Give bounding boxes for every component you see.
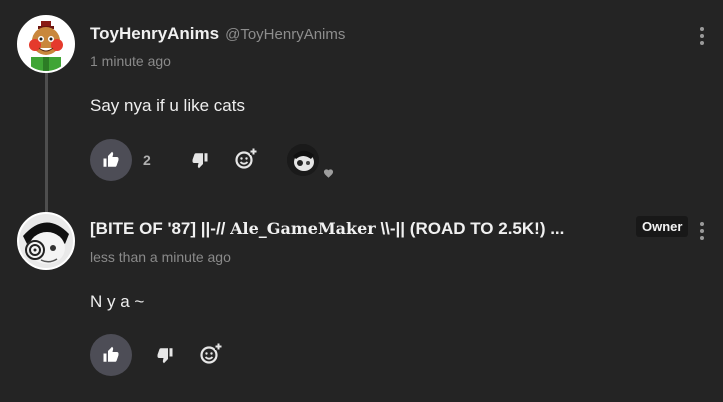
avatar-ale-gamemaker[interactable] [17, 212, 75, 270]
comment-text: Say nya if u like cats [90, 96, 245, 115]
kebab-menu-icon [700, 222, 704, 226]
like-count: 2 [143, 152, 151, 168]
add-reaction-button[interactable] [199, 342, 223, 366]
comment-menu-button[interactable] [694, 219, 710, 241]
comment-timestamp[interactable]: 1 minute ago [90, 53, 171, 69]
comment-author-row: ToyHenryAnims @ToyHenryAnims [90, 24, 345, 44]
thumbs-down-icon [157, 348, 173, 364]
comment-handle[interactable]: @ToyHenryAnims [225, 26, 345, 43]
avatar-toyhenryanims[interactable] [17, 15, 75, 73]
comment-author-row: [BITE OF '87] ||-// Ale_GameMaker \\-|| … [90, 219, 564, 239]
dislike-button[interactable] [188, 148, 212, 172]
thumbs-up-icon [103, 151, 119, 167]
author-prefix: [BITE OF '87] ||-// [90, 219, 231, 238]
dislike-button[interactable] [153, 343, 177, 367]
like-button[interactable] [90, 139, 132, 181]
heart-badge [319, 164, 337, 182]
creator-avatar [287, 144, 319, 176]
heart-icon [323, 169, 333, 178]
comment-menu-button[interactable] [694, 24, 710, 46]
kebab-menu-icon [700, 27, 704, 31]
comment-author[interactable]: ToyHenryAnims [90, 24, 219, 43]
comment-author[interactable]: [BITE OF '87] ||-// Ale_GameMaker \\-|| … [90, 219, 564, 238]
add-reaction-icon [200, 343, 222, 364]
thumbs-up-icon [103, 346, 119, 362]
thread-line [45, 72, 48, 214]
add-reaction-button[interactable] [234, 147, 258, 171]
like-button[interactable] [90, 334, 132, 376]
creator-heart [287, 144, 337, 182]
thumbs-down-icon [192, 153, 208, 169]
comment-timestamp[interactable]: less than a minute ago [90, 249, 231, 265]
author-suffix: \\-|| (ROAD TO 2.5K!) ... [375, 219, 565, 238]
add-reaction-icon [235, 148, 257, 169]
author-stylized-name: Ale_GameMaker [230, 219, 376, 238]
owner-badge: Owner [636, 216, 689, 237]
comment-text: N y a ~ [90, 292, 145, 311]
